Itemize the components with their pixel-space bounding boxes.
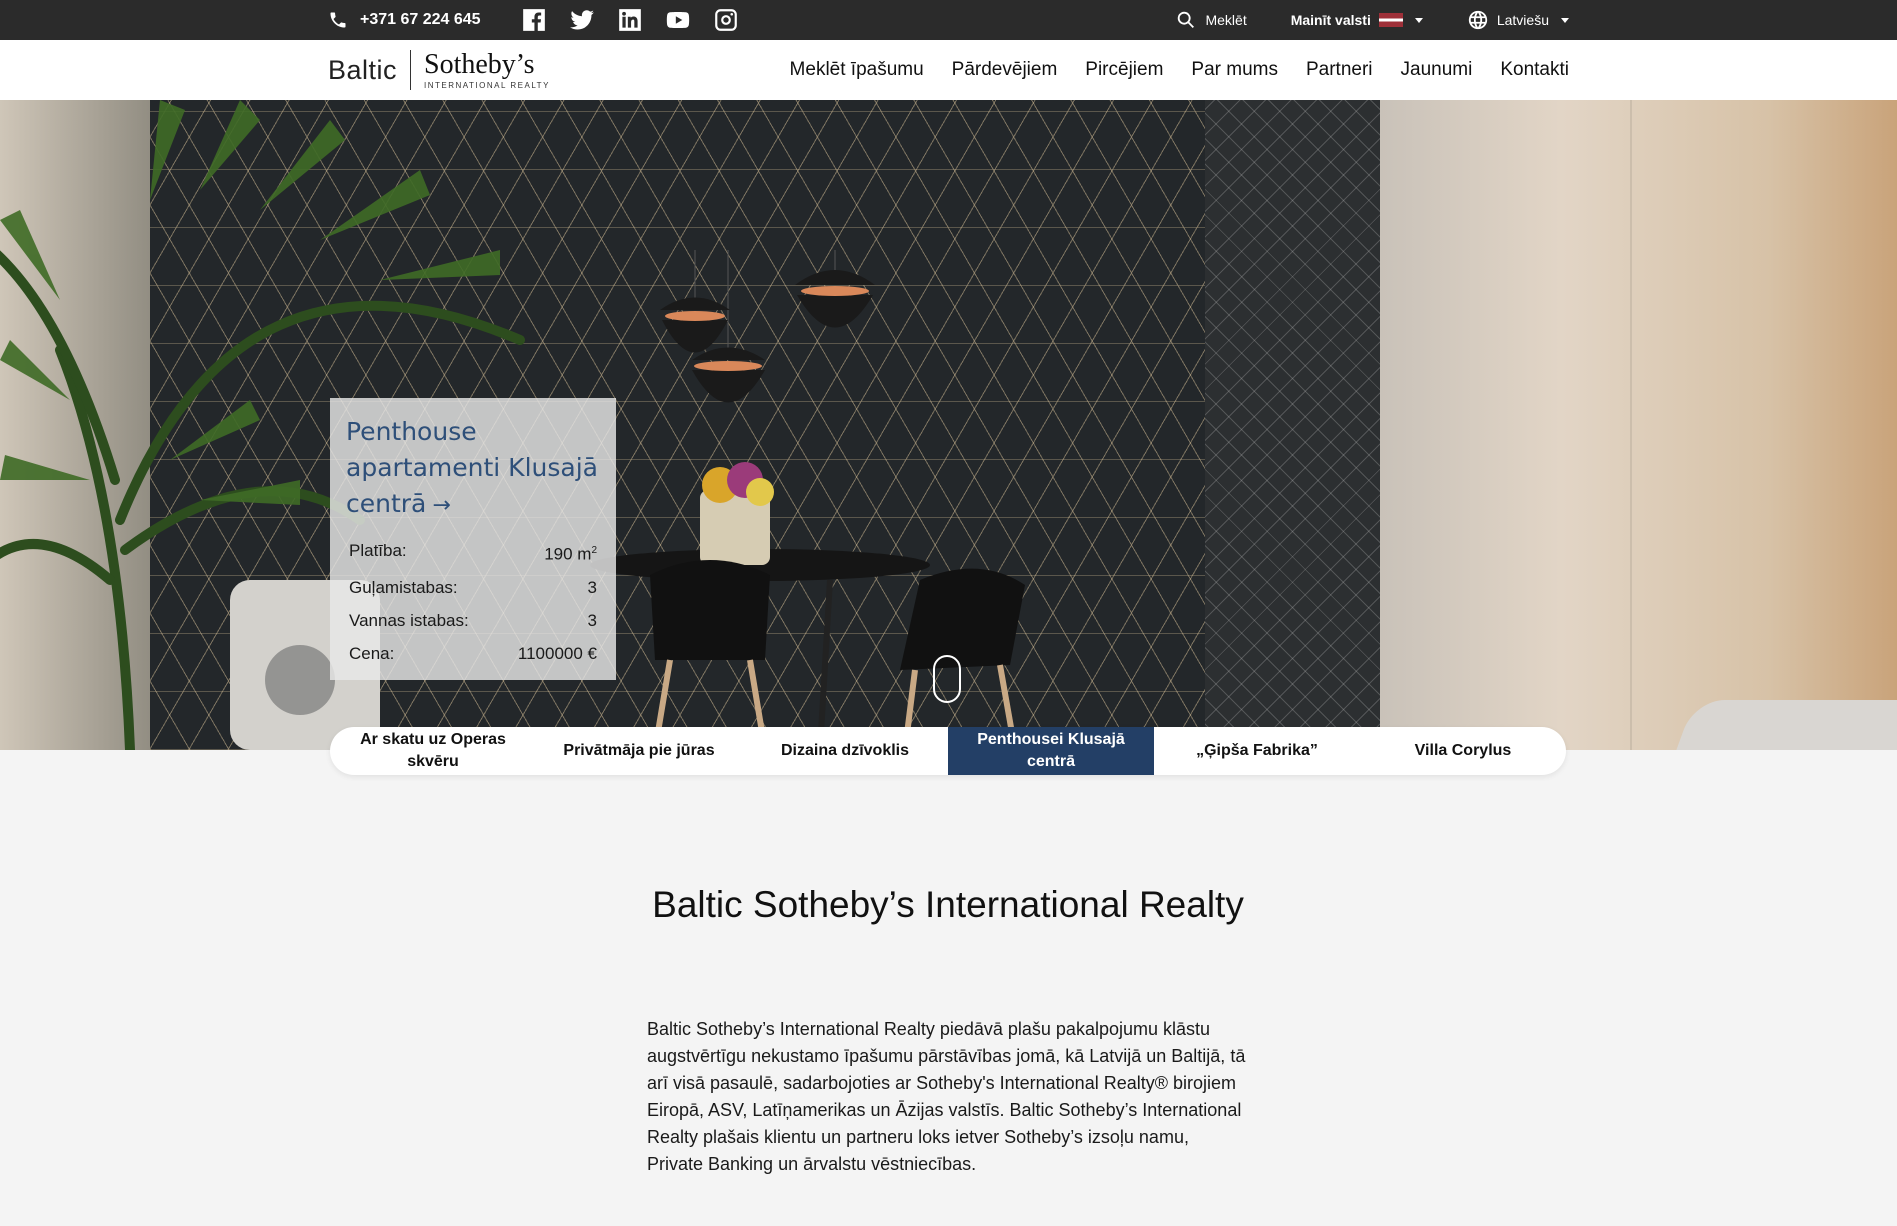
chevron-down-icon: [1561, 17, 1569, 23]
search-link[interactable]: Meklēt: [1175, 9, 1247, 31]
tab-penthouses-quiet-center[interactable]: Penthousei Klusajā centrā: [948, 727, 1154, 775]
youtube-icon[interactable]: [665, 7, 691, 33]
detail-row-bedrooms: Guļamistabas: 3: [346, 571, 600, 604]
chevron-down-icon: [1414, 17, 1423, 23]
detail-label: Guļamistabas:: [349, 577, 458, 597]
property-tabs: Ar skatu uz Operas skvēru Privātmāja pie…: [330, 727, 1566, 775]
dining-set-image: [590, 462, 1025, 750]
top-utility-inner: +371 67 224 645 Meklēt Mainīt valsti Lat…: [328, 0, 1569, 40]
country-selector[interactable]: Mainīt valsti: [1291, 12, 1423, 28]
hero-lattice-screen: [1205, 100, 1380, 750]
property-title-link[interactable]: Penthouse apartamenti Klusajā centrā →: [346, 414, 600, 524]
main-nav: Meklēt īpašumu Pārdevējiem Pircējiem Par…: [790, 40, 1569, 100]
top-right-controls: Meklēt Mainīt valsti Latviešu: [1175, 9, 1569, 31]
hero-right-wall: [1380, 100, 1897, 750]
twitter-icon[interactable]: [569, 7, 595, 33]
logo-sothebys-name: Sotheby’s: [424, 48, 535, 80]
social-links: [521, 7, 739, 33]
pendant-lamps-image: [660, 250, 875, 403]
tab-design-apartment[interactable]: Dizaina dzīvoklis: [742, 727, 948, 775]
top-utility-bar: +371 67 224 645 Meklēt Mainīt valsti Lat…: [0, 0, 1897, 40]
nav-item-sellers[interactable]: Pārdevējiem: [952, 59, 1058, 81]
hero-slider: [0, 100, 1897, 750]
nav-item-news[interactable]: Jaunumi: [1401, 59, 1473, 81]
detail-value: 3: [587, 610, 597, 630]
sofa-image: [1665, 700, 1897, 750]
search-label: Meklēt: [1205, 12, 1247, 28]
property-details: Platība: 190 m2 Guļamistabas: 3 Vannas i…: [346, 534, 600, 670]
detail-row-area: Platība: 190 m2: [346, 534, 600, 571]
tab-seaside-house[interactable]: Privātmāja pie jūras: [536, 727, 742, 775]
facebook-icon[interactable]: [521, 7, 547, 33]
latvia-flag-icon: [1378, 13, 1403, 27]
country-label: Mainīt valsti: [1290, 12, 1371, 28]
property-card[interactable]: Penthouse apartamenti Klusajā centrā → Pl…: [330, 398, 616, 680]
nav-item-contacts[interactable]: Kontakti: [1500, 59, 1569, 81]
detail-label: Cena:: [349, 643, 395, 663]
main-header: Baltic Sotheby’s INTERNATIONAL REALTY Me…: [0, 40, 1897, 100]
property-title: Penthouse apartamenti Klusajā centrā: [346, 417, 598, 518]
detail-label: Vannas istabas:: [349, 610, 469, 630]
phone-number: +371 67 224 645: [360, 11, 481, 28]
intro-paragraph: Baltic Sotheby’s International Realty pi…: [647, 1019, 1246, 1174]
detail-row-bathrooms: Vannas istabas: 3: [346, 604, 600, 637]
logo-baltic: Baltic: [328, 54, 398, 85]
tab-gipsa-fabrika[interactable]: „Ģipša Fabrika”: [1154, 727, 1360, 775]
detail-row-price: Cena: 1100000 €: [346, 637, 600, 670]
nav-item-about[interactable]: Par mums: [1191, 59, 1278, 81]
tab-opera-square[interactable]: Ar skatu uz Operas skvēru: [330, 727, 536, 775]
nav-item-partners[interactable]: Partneri: [1306, 59, 1373, 81]
globe-icon: [1468, 10, 1488, 30]
detail-value: 3: [587, 577, 597, 597]
detail-value: 1100000 €: [517, 643, 597, 663]
language-selector[interactable]: Latviešu: [1467, 9, 1569, 31]
arrow-right-icon: →: [432, 493, 451, 518]
phone-icon: [330, 12, 346, 28]
nav-item-buyers[interactable]: Pircējiem: [1085, 59, 1163, 81]
nav-item-search-property[interactable]: Meklēt īpašumu: [790, 59, 924, 81]
logo-sothebys-sub: INTERNATIONAL REALTY: [424, 80, 550, 90]
logo-divider: [410, 50, 412, 90]
language-label: Latviešu: [1496, 12, 1549, 28]
phone-link[interactable]: +371 67 224 645: [328, 10, 481, 30]
tab-villa-corylus[interactable]: Villa Corylus: [1360, 727, 1566, 775]
intro-heading: Baltic Sotheby’s International Realty: [652, 884, 1244, 925]
detail-label: Platība:: [349, 541, 407, 560]
instagram-icon[interactable]: [713, 7, 739, 33]
scroll-down-icon[interactable]: [933, 655, 961, 703]
search-icon: [1178, 11, 1195, 28]
linkedin-icon[interactable]: [617, 7, 643, 33]
detail-value: 190 m2: [544, 544, 597, 564]
site-logo[interactable]: Baltic Sotheby’s INTERNATIONAL REALTY: [328, 50, 550, 90]
logo-sothebys: Sotheby’s INTERNATIONAL REALTY: [424, 48, 550, 90]
